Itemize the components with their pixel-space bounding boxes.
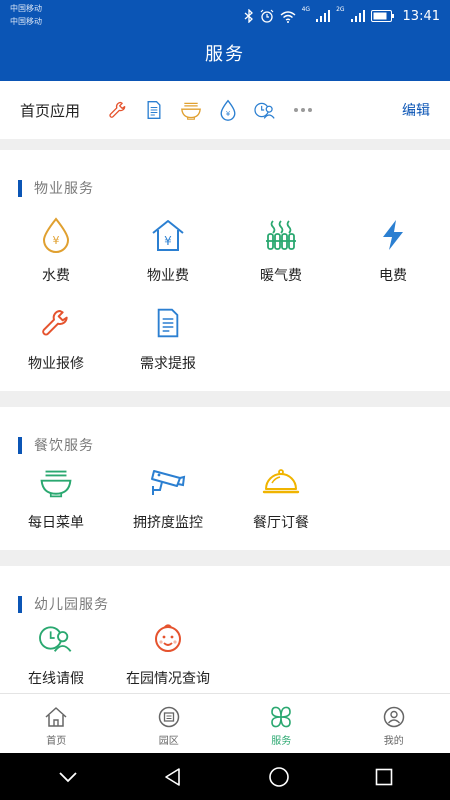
user-icon	[383, 706, 404, 728]
section-header: 餐饮服务	[18, 436, 94, 454]
food-cloche-icon	[262, 469, 300, 494]
carrier-label-1: 中国移动	[10, 4, 42, 13]
edit-button[interactable]: 编辑	[402, 100, 430, 120]
nav-label: 服务	[271, 736, 292, 747]
section-title-dining: 餐饮服务	[34, 438, 94, 454]
status-bar: 中国移动 中国移动 4G 2G 13:41	[0, 0, 450, 32]
nav-label: 首页	[46, 736, 67, 747]
signal-icon-1	[316, 10, 331, 22]
restaurant-order-tile[interactable]: 餐厅订餐	[226, 462, 336, 532]
title-bar: 服务	[0, 32, 450, 81]
tile-label: 拥挤度监控	[133, 515, 203, 531]
section-title-kindergarten: 幼儿园服务	[34, 597, 109, 613]
section-accent-bar	[18, 436, 22, 454]
svg-text:¥: ¥	[226, 110, 231, 118]
camera-icon	[151, 470, 186, 495]
tile-label: 餐厅订餐	[253, 515, 309, 531]
tile-label: 物业报修	[28, 356, 84, 372]
battery-icon	[370, 10, 394, 22]
kindergarten-status-tile[interactable]: 在园情况查询	[113, 618, 223, 688]
noodle-bowl-icon[interactable]	[180, 100, 202, 120]
tile-label: 暖气费	[260, 268, 302, 284]
nav-home[interactable]: 首页	[0, 694, 113, 753]
radiator-icon	[266, 220, 296, 250]
baby-face-icon	[155, 624, 181, 652]
back-icon[interactable]	[163, 767, 183, 787]
system-nav-bar	[0, 753, 450, 800]
page-title: 服务	[205, 44, 245, 65]
wrench-icon[interactable]	[108, 100, 128, 120]
repair-tile[interactable]: 物业报修	[1, 303, 111, 373]
house-yen-icon: ¥	[152, 220, 184, 251]
crowd-monitor-tile[interactable]: 拥挤度监控	[113, 462, 223, 532]
clover-icon	[271, 706, 292, 728]
bluetooth-icon	[244, 9, 253, 23]
wrench-icon	[42, 310, 68, 336]
tile-label: 电费	[379, 268, 407, 284]
lightning-icon	[383, 220, 403, 250]
nav-services[interactable]: 服务	[225, 694, 338, 753]
home-apps-bar: 首页应用 ¥ 编辑	[0, 81, 450, 139]
water-fee-tile[interactable]: ¥ 水费	[1, 215, 111, 285]
home-apps-label: 首页应用	[20, 101, 81, 120]
tile-label: 每日菜单	[28, 515, 84, 531]
more-icon[interactable]	[293, 107, 313, 113]
park-icon	[158, 706, 179, 728]
section-title-property: 物业服务	[34, 181, 94, 197]
request-report-tile[interactable]: 需求提报	[113, 303, 223, 373]
alarm-icon	[260, 9, 274, 23]
network-type-1: 4G	[301, 6, 311, 13]
bottom-nav: 首页 园区 服务 我的	[0, 693, 450, 753]
section-accent-bar	[18, 179, 22, 197]
home-apps-icons: ¥	[108, 99, 313, 121]
svg-text:¥: ¥	[53, 234, 60, 247]
wifi-icon	[280, 10, 296, 23]
nav-label: 我的	[383, 736, 404, 747]
tile-label: 在园情况查询	[126, 671, 210, 687]
user-clock-icon[interactable]	[254, 100, 276, 120]
heating-fee-tile[interactable]: 暖气费	[226, 215, 336, 285]
nav-label: 园区	[158, 736, 179, 747]
kindergarten-services-section: 幼儿园服务 在线请假 在园情况查询	[0, 566, 450, 693]
tile-label: 物业费	[147, 268, 189, 284]
water-drop-icon: ¥	[42, 217, 70, 253]
home-circle-icon[interactable]	[268, 766, 290, 788]
network-type-2: 2G	[336, 6, 345, 13]
signal-icon-2	[350, 10, 365, 22]
section-header: 物业服务	[18, 179, 94, 197]
svg-text:¥: ¥	[164, 234, 172, 248]
user-clock-icon	[39, 626, 72, 652]
chevron-down-icon[interactable]	[58, 771, 78, 783]
document-icon	[157, 308, 179, 338]
document-icon[interactable]	[145, 100, 163, 120]
section-header: 幼儿园服务	[18, 595, 109, 613]
noodle-bowl-icon	[40, 470, 72, 498]
daily-menu-tile[interactable]: 每日菜单	[1, 462, 111, 532]
status-icons: 4G 2G 13:41	[244, 6, 440, 26]
water-drop-icon[interactable]: ¥	[219, 99, 237, 121]
dining-services-section: 餐饮服务 每日菜单 拥挤度监控 餐厅订餐	[0, 407, 450, 550]
home-icon	[45, 707, 67, 727]
tile-label: 需求提报	[140, 356, 196, 372]
tile-label: 在线请假	[28, 671, 84, 687]
tile-label: 水费	[42, 268, 70, 284]
recent-apps-icon[interactable]	[375, 768, 393, 786]
carrier-label-2: 中国移动	[10, 17, 42, 26]
property-fee-tile[interactable]: ¥ 物业费	[113, 215, 223, 285]
nav-mine[interactable]: 我的	[338, 694, 450, 753]
section-accent-bar	[18, 595, 22, 613]
property-services-section: 物业服务 ¥ 水费 ¥ 物业费 暖气费 电费 物业报修 需求提报	[0, 150, 450, 391]
electricity-fee-tile[interactable]: 电费	[338, 215, 448, 285]
clock: 13:41	[402, 8, 440, 24]
online-leave-tile[interactable]: 在线请假	[1, 618, 111, 688]
nav-park[interactable]: 园区	[113, 694, 226, 753]
